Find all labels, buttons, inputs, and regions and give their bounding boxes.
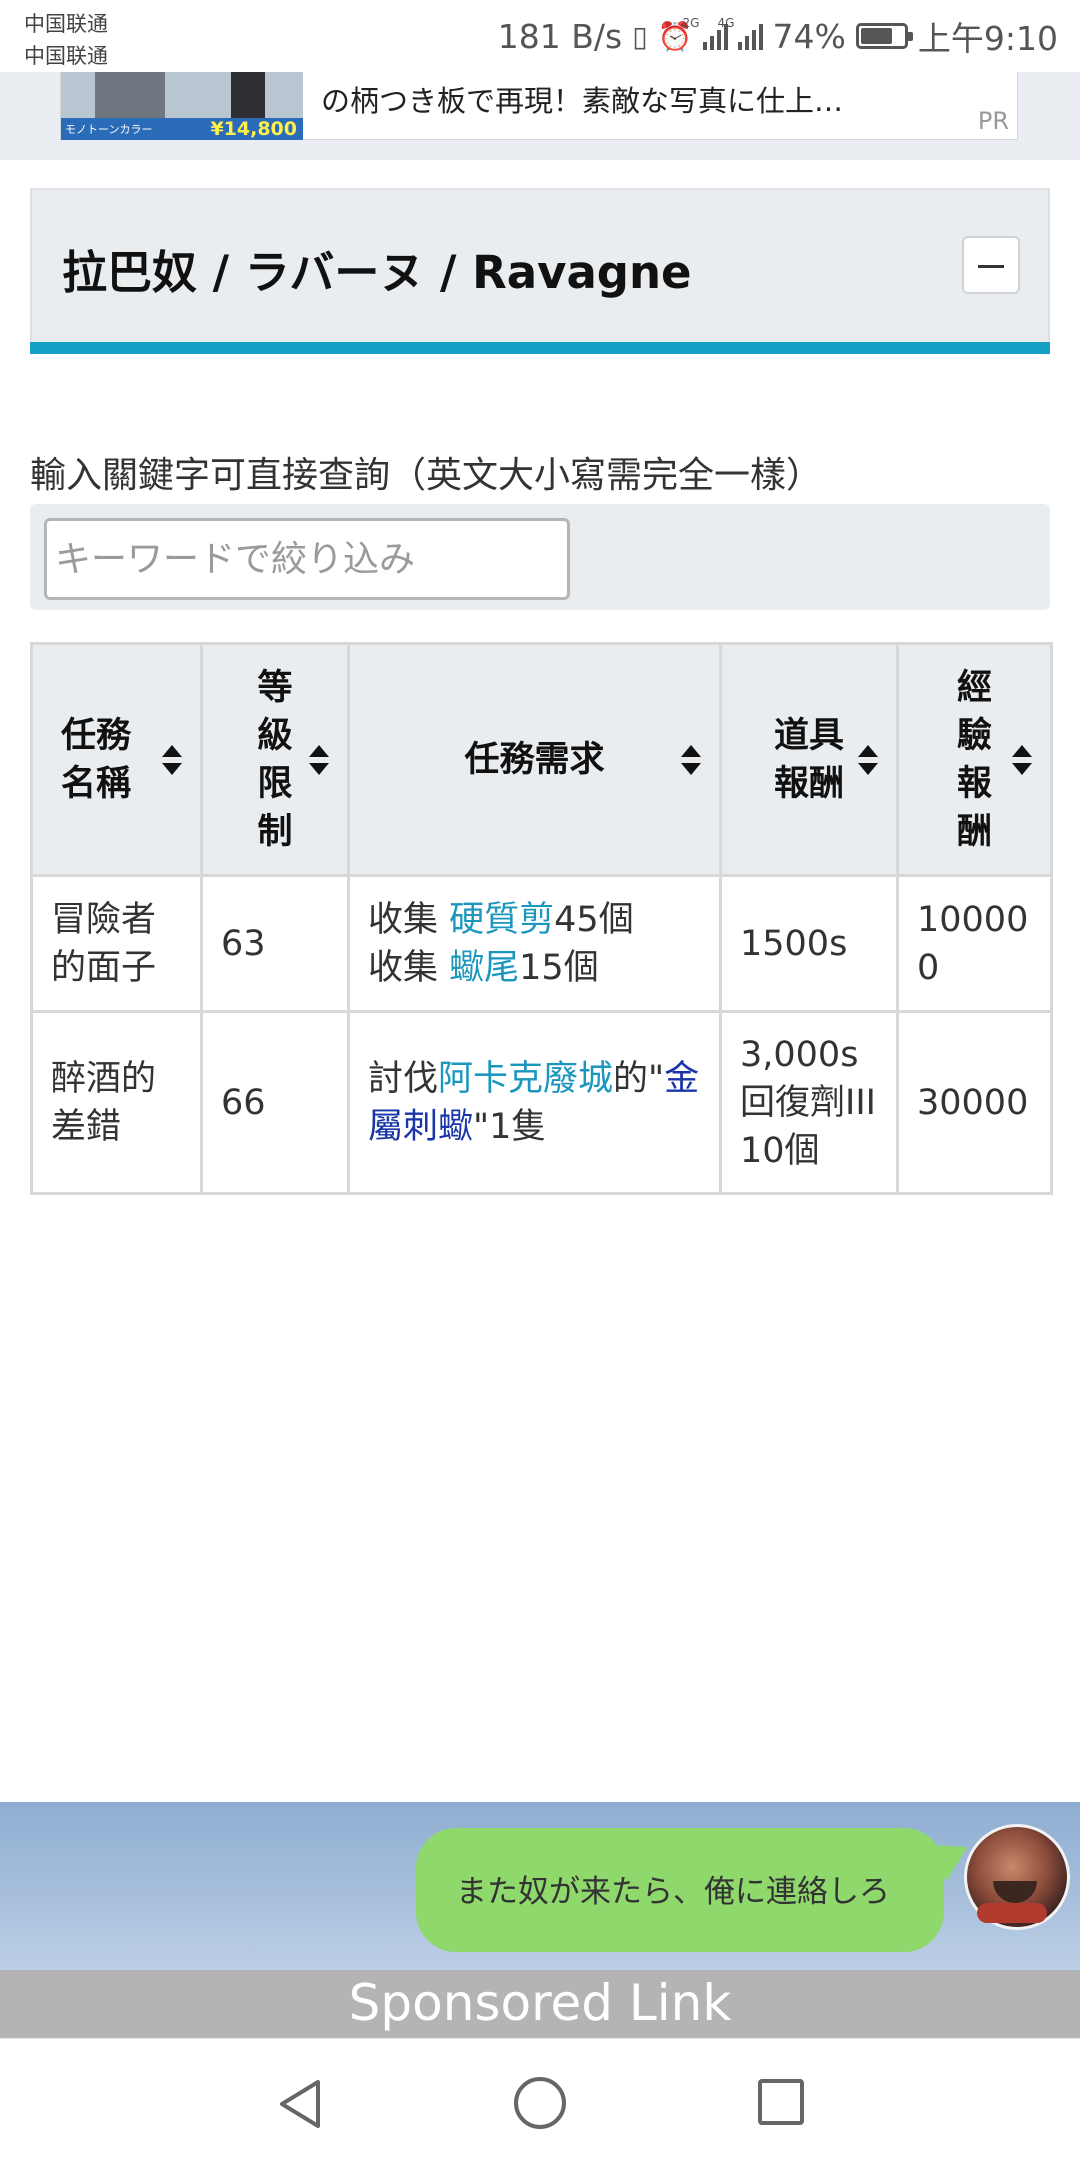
ad-product-image[interactable]: モノトーンカラー ¥14,800 [61,72,303,140]
exp-reward-cell: 100000 [896,874,1053,1013]
speech-bubble-text: また奴が来たら、俺に連絡しろ [456,1874,890,1910]
sort-icon[interactable] [309,744,329,775]
section-underline [30,342,1050,354]
recent-apps-icon[interactable] [758,2079,804,2125]
req-count: "1隻 [473,1106,547,1147]
req-text: 收集 [368,947,450,988]
quest-table: 任務 名稱 等級限制 任務需求 道具 報酬 經驗報酬 冒險者的面子 63 收集 硬質… [30,642,1053,1195]
battery-icon [855,23,913,49]
level-cell: 63 [200,874,350,1013]
battery-percent: 74% [772,16,846,56]
level-cell: 66 [200,1010,350,1195]
back-icon[interactable] [278,2079,322,2129]
ad-image-caption: モノトーンカラー [65,123,153,136]
search-hint: 輸入關鍵字可直接查詢（英文大小寫需完全一樣） [30,455,823,496]
carrier-1: 中国联通 [24,12,108,36]
requirement-cell: 討伐阿卡克廢城的"金屬刺蠍"1隻 [347,1010,722,1195]
header-label: 經驗報酬 [956,667,992,852]
home-icon[interactable] [514,2077,566,2129]
column-header-requirement[interactable]: 任務需求 [347,642,722,877]
collapse-button[interactable] [962,236,1020,294]
top-ad-banner[interactable]: モノトーンカラー ¥14,800 の柄つき板で再現！素敵な写真に仕上… PR [60,72,1018,140]
signal-4g-icon: 4G [718,16,763,50]
section-title: 拉巴奴 / ラバーヌ / Ravagne [62,246,692,299]
header-label: 任務需求 [464,739,605,780]
search-area [30,504,1050,610]
requirement-cell: 收集 硬質剪45個 收集 蠍尾15個 [347,874,722,1013]
column-header-exp-reward[interactable]: 經驗報酬 [896,642,1053,877]
speech-bubble: また奴が来たら、俺に連絡しろ [416,1828,944,1952]
system-nav-bar [0,2038,1080,2160]
status-icons: 181 B/s ▯ ⏰ 2G 4G 74% 上午9:10 [497,16,1058,58]
carrier-2: 中国联通 [24,44,108,68]
header-label: 任務 名稱 [61,715,132,804]
column-header-level[interactable]: 等級限制 [200,642,350,877]
req-count: 15個 [519,947,599,988]
location-link-ruins[interactable]: 阿卡克廢城 [438,1059,613,1099]
exp-reward-cell: 30000 [896,1010,1053,1195]
column-header-quest-name[interactable]: 任務 名稱 [30,642,203,877]
section-header: 拉巴奴 / ラバーヌ / Ravagne [30,188,1050,342]
item-link-hard-shears[interactable]: 硬質剪 [449,900,554,940]
table-row: 醉酒的差錯 66 討伐阿卡克廢城的"金屬刺蠍"1隻 3,000s回復劑III 1… [30,1010,1053,1195]
character-avatar [964,1824,1070,1930]
status-bar: 中国联通 中国联通 181 B/s ▯ ⏰ 2G 4G 74% 上午9:10 [0,0,1080,72]
sort-icon[interactable] [681,744,701,775]
header-label: 道具 報酬 [773,715,844,804]
item-reward-cell: 1500s [719,874,899,1013]
item-reward-cell: 3,000s回復劑III 10個 [719,1010,899,1195]
vibrate-icon: ▯ [632,19,648,53]
ad-text[interactable]: の柄つき板で再現！素敵な写真に仕上… [321,78,843,120]
req-text: 收集 [368,899,450,940]
table-row: 冒險者的面子 63 收集 硬質剪45個 收集 蠍尾15個 1500s 10000… [30,874,1053,1013]
quest-name-cell: 醉酒的差錯 [30,1010,203,1195]
req-text: 的" [613,1058,665,1099]
column-header-item-reward[interactable]: 道具 報酬 [719,642,899,877]
quest-name-cell: 冒險者的面子 [30,874,203,1013]
sponsored-link-label[interactable]: Sponsored Link [0,1970,1080,2038]
header-label: 等級限制 [257,667,293,852]
ad-price: ¥14,800 [210,118,297,140]
req-count: 45個 [554,899,634,940]
bottom-ad-banner[interactable]: また奴が来たら、俺に連絡しろ [0,1802,1080,1970]
sort-icon[interactable] [162,744,182,775]
item-link-scorpion-tail[interactable]: 蠍尾 [449,948,519,988]
ad-pr-label: PR [977,107,1009,135]
req-text: 討伐 [368,1058,439,1099]
clock: 上午9:10 [917,19,1058,58]
keyword-filter-input[interactable] [44,518,570,600]
network-speed: 181 B/s [497,16,623,56]
sort-icon[interactable] [1012,744,1032,775]
sort-icon[interactable] [858,744,878,775]
